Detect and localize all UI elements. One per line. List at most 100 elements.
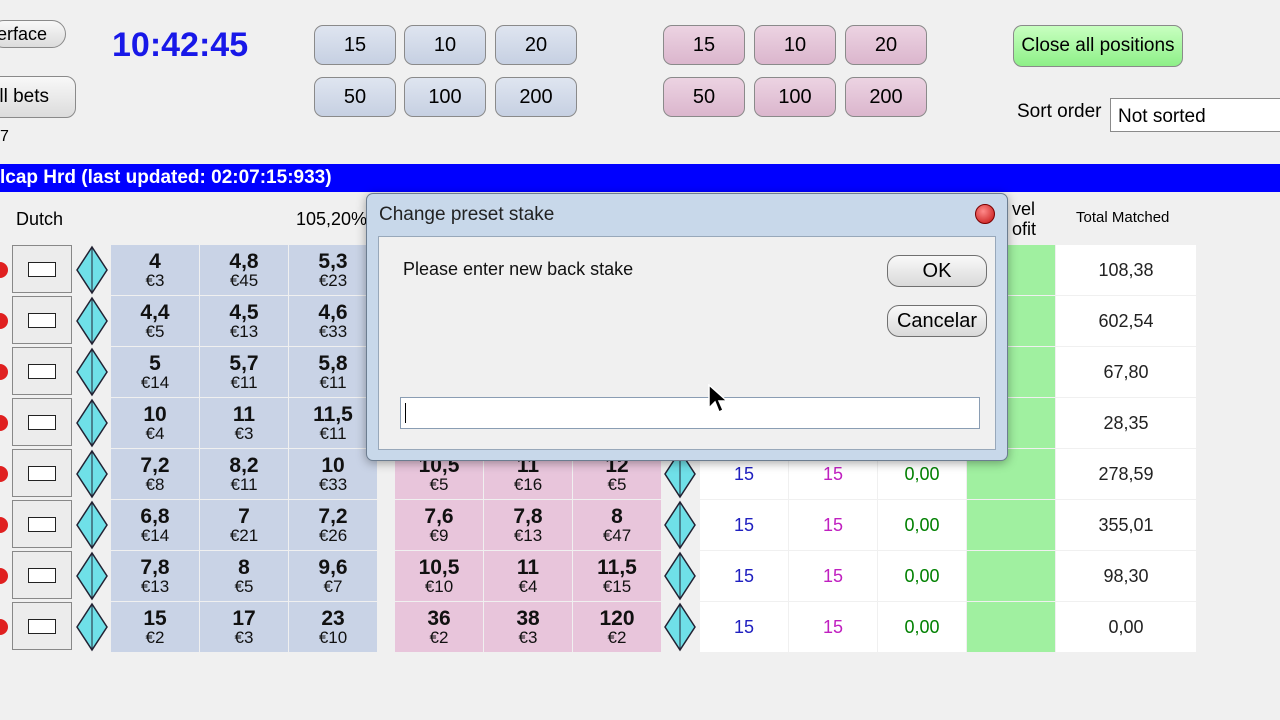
back-ladder-icon[interactable] [74,500,110,550]
back-price-cell[interactable]: 8 €5 [200,551,288,601]
lay-price-cell[interactable]: 7,8 €13 [484,500,572,550]
back-ladder-icon[interactable] [74,398,110,448]
back-stake-button[interactable]: 100 [404,77,486,117]
back-price: 5,3 [318,250,348,273]
runner-select-button[interactable] [12,551,72,599]
lay-ladder-icon[interactable] [662,500,698,550]
lay-price-cell[interactable]: 8 €47 [573,500,661,550]
back-amount: €33 [318,322,348,341]
back-ladder-icon[interactable] [74,245,110,295]
back-price-cell[interactable]: 11,5 €11 [289,398,377,448]
back-amount: €14 [140,373,170,392]
runner-select-button[interactable] [12,296,72,344]
lay-ladder-icon[interactable] [662,551,698,601]
all-bets-button[interactable]: ll bets [0,76,76,118]
back-price-cell[interactable]: 5 €14 [111,347,199,397]
back-amount: €7 [323,577,343,596]
back-stake-button[interactable]: 200 [495,77,577,117]
back-ladder-icon[interactable] [74,602,110,652]
back-price-cell[interactable]: 7,2 €8 [111,449,199,499]
back-ladder-icon[interactable] [74,347,110,397]
level-profit-cell[interactable] [967,500,1055,550]
close-icon[interactable] [975,204,995,224]
total-matched-cell: 108,38 [1056,245,1196,295]
lay-price-cell[interactable]: 10,5 €10 [395,551,483,601]
clock: 10:42:45 [112,26,249,64]
interface-button[interactable]: erface [0,20,66,48]
back-stake-button[interactable]: 10 [404,25,486,65]
lay-price-cell[interactable]: 38 €3 [484,602,572,652]
back-price-cell[interactable]: 4 €3 [111,245,199,295]
back-price-cell[interactable]: 15 €2 [111,602,199,652]
lay-price-cell[interactable]: 36 €2 [395,602,483,652]
back-price-cell[interactable]: 17 €3 [200,602,288,652]
back-amount: €23 [318,271,348,290]
back-price-cell[interactable]: 4,8 €45 [200,245,288,295]
level-profit-header-1: vel [1012,199,1036,219]
sort-order-value: Not sorted [1118,106,1206,127]
back-amount: €2 [145,628,165,647]
back-price-cell[interactable]: 5,7 €11 [200,347,288,397]
lay-stake-cell[interactable]: 15 [789,551,877,601]
sort-order-select[interactable]: Not sorted [1110,98,1280,132]
back-stake-button[interactable]: 20 [495,25,577,65]
runner-select-button[interactable] [12,500,72,548]
back-price-cell[interactable]: 7 €21 [200,500,288,550]
lay-ladder-icon[interactable] [662,602,698,652]
lay-amount: €3 [518,628,538,647]
back-price-cell[interactable]: 10 €33 [289,449,377,499]
ok-button-label: OK [922,259,952,282]
cancel-button[interactable]: Cancelar [887,305,987,337]
back-stake-cell[interactable]: 15 [700,602,788,652]
runner-select-button[interactable] [12,449,72,497]
back-price-cell[interactable]: 8,2 €11 [200,449,288,499]
runner-status-dot [0,262,8,278]
back-stake-cell[interactable]: 15 [700,551,788,601]
runner-select-button[interactable] [12,245,72,293]
runner-select-button[interactable] [12,602,72,650]
runner-select-button[interactable] [12,398,72,446]
lay-stake-button[interactable]: 20 [845,25,927,65]
back-ladder-icon[interactable] [74,551,110,601]
back-price-cell[interactable]: 5,3 €23 [289,245,377,295]
back-stake-button[interactable]: 15 [314,25,396,65]
back-price-cell[interactable]: 4,5 €13 [200,296,288,346]
back-ladder-icon[interactable] [74,449,110,499]
lay-price-cell[interactable]: 11,5 €15 [573,551,661,601]
stake-input[interactable] [400,397,980,429]
lay-stake-button[interactable]: 50 [663,77,745,117]
back-amount: €33 [318,475,348,494]
back-price-cell[interactable]: 23 €10 [289,602,377,652]
level-profit-cell[interactable] [967,551,1055,601]
profit-loss-cell: 0,00 [878,551,966,601]
back-price-cell[interactable]: 9,6 €7 [289,551,377,601]
back-price-cell[interactable]: 10 €4 [111,398,199,448]
close-all-positions-button[interactable]: Close all positions [1013,25,1183,67]
back-price-cell[interactable]: 7,8 €13 [111,551,199,601]
lay-price: 11,5 [597,556,637,579]
back-stake-cell[interactable]: 15 [700,500,788,550]
back-ladder-icon[interactable] [74,296,110,346]
back-price-cell[interactable]: 4,4 €5 [111,296,199,346]
lay-stake-cell[interactable]: 15 [789,602,877,652]
runner-select-button[interactable] [12,347,72,395]
dialog-title: Change preset stake [379,204,555,225]
lay-stake-button[interactable]: 15 [663,25,745,65]
lay-price-cell[interactable]: 120 €2 [573,602,661,652]
back-price: 5,7 [229,352,259,375]
lay-stake-cell[interactable]: 15 [789,500,877,550]
back-price-cell[interactable]: 11 €3 [200,398,288,448]
back-price-cell[interactable]: 4,6 €33 [289,296,377,346]
lay-price-cell[interactable]: 11 €4 [484,551,572,601]
lay-price: 36 [427,607,451,630]
back-stake-button[interactable]: 50 [314,77,396,117]
lay-stake-button[interactable]: 100 [754,77,836,117]
back-price-cell[interactable]: 7,2 €26 [289,500,377,550]
level-profit-cell[interactable] [967,602,1055,652]
back-price-cell[interactable]: 6,8 €14 [111,500,199,550]
back-price-cell[interactable]: 5,8 €11 [289,347,377,397]
lay-price-cell[interactable]: 7,6 €9 [395,500,483,550]
lay-stake-button[interactable]: 10 [754,25,836,65]
ok-button[interactable]: OK [887,255,987,287]
lay-stake-button[interactable]: 200 [845,77,927,117]
